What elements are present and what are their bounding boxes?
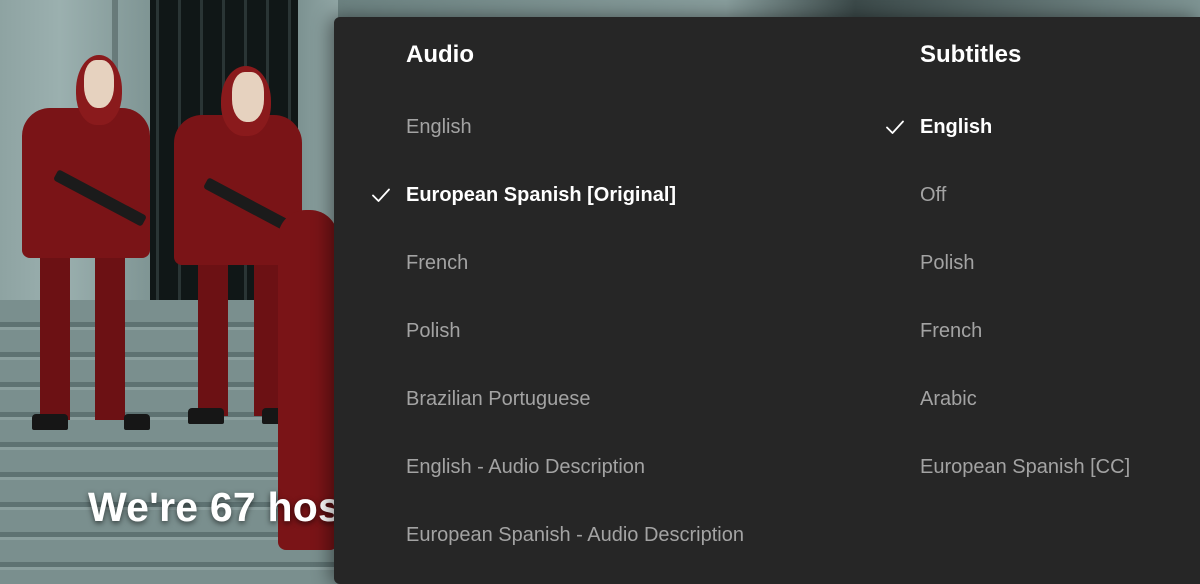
subtitle-option[interactable]: English bbox=[886, 107, 993, 147]
subtitle-option-label: European Spanish [CC] bbox=[920, 456, 1131, 478]
audio-option[interactable]: French bbox=[406, 243, 468, 283]
audio-option-label: English bbox=[406, 116, 472, 138]
audio-option-label: Polish bbox=[406, 320, 461, 342]
check-icon bbox=[883, 107, 907, 147]
audio-option[interactable]: European Spanish - Audio Description bbox=[406, 515, 744, 555]
subtitle-option[interactable]: French bbox=[920, 311, 982, 351]
audio-option[interactable]: English - Audio Description bbox=[406, 447, 645, 487]
audio-option-label: European Spanish - Audio Description bbox=[406, 524, 744, 546]
audio-option[interactable]: European Spanish [Original] bbox=[372, 175, 677, 215]
building-facade bbox=[338, 0, 1200, 18]
subtitle-option[interactable]: Arabic bbox=[920, 379, 977, 419]
subtitle-option[interactable]: Off bbox=[920, 175, 946, 215]
audio-option[interactable]: Brazilian Portuguese bbox=[406, 379, 591, 419]
subtitle-option-label: Polish bbox=[920, 252, 975, 274]
subtitles-heading: Subtitles bbox=[920, 41, 1022, 68]
subtitle-option[interactable]: Polish bbox=[920, 243, 974, 283]
subtitle-option-label: French bbox=[920, 320, 983, 342]
audio-heading: Audio bbox=[406, 41, 474, 68]
audio-option[interactable]: English bbox=[406, 107, 472, 147]
audio-option-label: French bbox=[406, 252, 469, 274]
audio-option-label: Brazilian Portuguese bbox=[406, 388, 591, 410]
subtitle-option-label: English bbox=[920, 116, 993, 138]
subtitle-option[interactable]: European Spanish [CC] bbox=[920, 447, 1130, 487]
subtitle-caption: We're 67 hos bbox=[88, 484, 341, 530]
audio-option-label: European Spanish [Original] bbox=[406, 184, 677, 206]
audio-option[interactable]: Polish bbox=[406, 311, 460, 351]
check-icon bbox=[369, 175, 393, 215]
subtitle-option-label: Off bbox=[920, 184, 947, 206]
audio-option-label: English - Audio Description bbox=[406, 456, 646, 478]
audio-subtitles-panel: Audio English European Spanish [Original]… bbox=[334, 17, 1200, 584]
subtitle-option-label: Arabic bbox=[920, 388, 977, 410]
